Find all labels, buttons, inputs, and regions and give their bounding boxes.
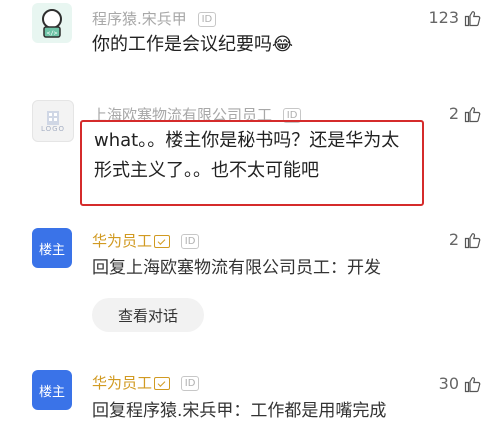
building-logo-icon bbox=[47, 111, 59, 125]
thumbs-up-icon[interactable] bbox=[464, 375, 482, 393]
comment-4: 楼主 华为员工 ID 30 回复程序猿.宋兵甲：工作都是用嘴完成 bbox=[0, 362, 500, 431]
id-badge: ID bbox=[180, 376, 200, 391]
comment-text: 你的工作是会议纪要吗😂 bbox=[92, 30, 293, 60]
comment-text: 回复程序猿.宋兵甲：工作都是用嘴完成 bbox=[92, 396, 386, 426]
like-count: 30 bbox=[438, 374, 459, 393]
comment-username[interactable]: 华为员工 ID bbox=[92, 230, 200, 251]
comment-body: 回复上海欧塞物流有限公司员工：开发 bbox=[92, 258, 381, 278]
laughing-emoji-icon: 😂 bbox=[272, 34, 294, 55]
host-avatar[interactable]: 楼主 bbox=[32, 228, 72, 268]
username-text[interactable]: 华为员工 bbox=[92, 232, 152, 250]
id-badge: ID bbox=[197, 12, 217, 27]
view-conversation-button[interactable]: 查看对话 bbox=[92, 298, 204, 332]
comment-text: 回复上海欧塞物流有限公司员工：开发 bbox=[92, 253, 381, 283]
comment-3: 楼主 华为员工 ID 2 回复上海欧塞物流有限公司员工：开发 查看对话 bbox=[0, 220, 500, 335]
host-avatar[interactable]: 楼主 bbox=[32, 370, 72, 410]
avatar[interactable]: </> bbox=[32, 3, 72, 43]
thumbs-up-icon[interactable] bbox=[464, 105, 482, 123]
robot-code-icon: </> bbox=[42, 9, 62, 38]
avatar[interactable]: LOGO bbox=[32, 100, 74, 142]
like-count: 123 bbox=[428, 8, 459, 27]
verified-icon bbox=[154, 377, 171, 390]
like-control[interactable]: 2 bbox=[449, 230, 482, 249]
host-label: 楼主 bbox=[38, 384, 65, 400]
comment-username[interactable]: 程序猿.宋兵甲 ID bbox=[92, 8, 217, 29]
like-control[interactable]: 30 bbox=[439, 374, 482, 393]
button-label: 查看对话 bbox=[117, 306, 178, 325]
avatar-label: LOGO bbox=[40, 125, 66, 133]
username-text[interactable]: 程序猿.宋兵甲 bbox=[92, 10, 187, 28]
svg-text:</>: </> bbox=[47, 30, 58, 37]
highlight-box bbox=[80, 120, 424, 206]
host-label: 楼主 bbox=[38, 242, 65, 258]
id-badge: ID bbox=[180, 234, 200, 249]
username-text[interactable]: 华为员工 bbox=[92, 374, 152, 392]
like-control[interactable]: 123 bbox=[428, 8, 482, 27]
comment-1: </> 程序猿.宋兵甲 ID 123 你的工作是会议纪要吗😂 bbox=[0, 0, 500, 75]
like-count: 2 bbox=[448, 104, 459, 123]
thumbs-up-icon[interactable] bbox=[464, 231, 482, 249]
comment-username[interactable]: 华为员工 ID bbox=[92, 372, 200, 393]
like-control[interactable]: 2 bbox=[449, 104, 482, 123]
verified-icon bbox=[154, 235, 171, 248]
comment-body: 你的工作是会议纪要吗 bbox=[92, 34, 272, 55]
like-count: 2 bbox=[448, 230, 459, 249]
comment-body: 回复程序猿.宋兵甲：工作都是用嘴完成 bbox=[92, 401, 387, 421]
thumbs-up-icon[interactable] bbox=[464, 9, 482, 27]
